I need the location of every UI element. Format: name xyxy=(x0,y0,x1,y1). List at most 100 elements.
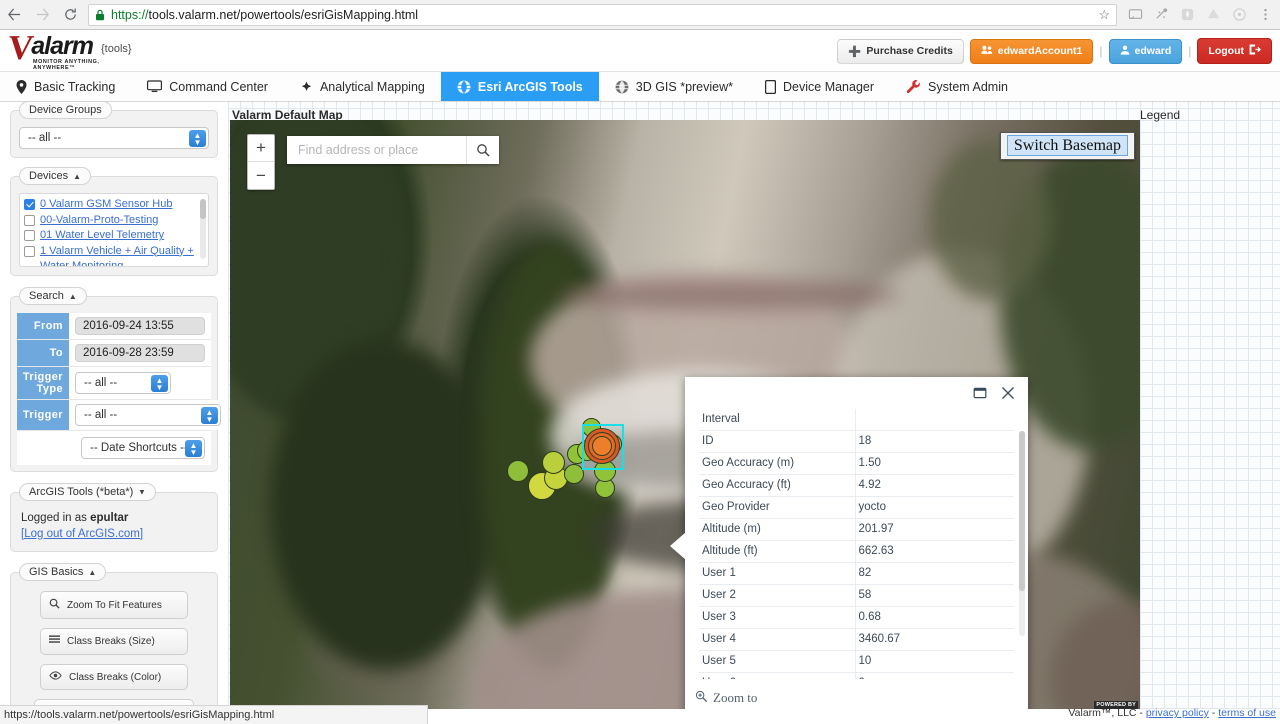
devices-legend-label: Devices xyxy=(29,170,69,182)
address-bar[interactable]: https://tools.valarm.net/powertools/esri… xyxy=(88,3,1117,26)
wrench-icon xyxy=(906,79,921,94)
status-bar: https://tools.valarm.net/powertools/esri… xyxy=(0,705,428,724)
tab-label: Basic Tracking xyxy=(34,79,116,94)
attr-key: Interval xyxy=(699,409,856,431)
extension-icon[interactable] xyxy=(1149,3,1173,27)
arcgis-tools-legend[interactable]: ArcGIS Tools (*beta*) ▲ xyxy=(19,483,157,501)
circle-icon[interactable] xyxy=(1227,3,1251,27)
drive-icon[interactable] xyxy=(1201,3,1225,27)
valarm-logo[interactable]: V alarm {tools} MONITOR ANYTHING, ANYWHE… xyxy=(6,28,132,71)
trigger-cell: -- all -- ▲ ▼ xyxy=(69,400,227,430)
tab-device-manager[interactable]: Device Manager xyxy=(749,72,890,101)
device-label[interactable]: 1 Valarm Vehicle + Air Quality + Water M… xyxy=(40,244,204,267)
device-groups-select[interactable]: -- all -- ▲ ▼ xyxy=(19,127,209,149)
trigger-type-select[interactable]: -- all -- ▲ ▼ xyxy=(75,372,171,394)
class-breaks-color-button[interactable]: Class Breaks (Color) xyxy=(40,664,188,690)
tab-esri-arcgis-tools[interactable]: Esri ArcGIS Tools xyxy=(440,72,599,101)
monitor-icon xyxy=(147,80,163,93)
zoom-in-button[interactable]: + xyxy=(248,135,274,162)
class-breaks-size-button[interactable]: Class Breaks (Size) xyxy=(40,628,188,655)
user-button[interactable]: edward xyxy=(1108,38,1183,64)
attr-key: Geo Accuracy (ft) xyxy=(699,474,856,497)
device-label[interactable]: 00-Valarm-Proto-Testing xyxy=(40,213,158,229)
pocket-icon[interactable] xyxy=(1175,3,1199,27)
panel-devices: Devices ▲ 0 Valarm GSM Sensor Hub 00-Val… xyxy=(10,167,218,276)
caret-up-icon: ▲ xyxy=(88,567,97,577)
switch-basemap-button[interactable]: Switch Basemap xyxy=(1006,135,1128,156)
forward-arrow-icon[interactable] xyxy=(28,1,56,29)
search-legend[interactable]: Search ▲ xyxy=(19,287,87,305)
attr-value: 18 xyxy=(855,430,1014,453)
to-date-input[interactable]: 2016-09-28 23:59 xyxy=(75,344,205,362)
tab-label: Device Manager xyxy=(783,79,875,94)
logout-button[interactable]: Logout xyxy=(1197,38,1272,64)
terms-of-use-link[interactable]: terms of use xyxy=(1218,707,1276,719)
back-arrow-icon[interactable] xyxy=(0,1,28,29)
from-date-input[interactable]: 2016-09-24 13:55 xyxy=(75,317,205,335)
device-checkbox[interactable] xyxy=(24,214,35,226)
list-item[interactable]: 1 Valarm Vehicle + Air Quality + Water M… xyxy=(24,244,204,267)
zoom-to-link[interactable]: Zoom to xyxy=(713,690,757,706)
arcgis-logout-link[interactable]: [Log out of ArcGIS.com] xyxy=(21,528,143,540)
attr-key: Altitude (m) xyxy=(699,518,856,541)
map-marker[interactable] xyxy=(507,460,529,482)
devices-legend[interactable]: Devices ▲ xyxy=(19,167,92,185)
search-icon[interactable] xyxy=(467,136,499,164)
popup-attributes[interactable]: Interval ID 18 Geo Accuracy (m) 1.50 Geo A… xyxy=(685,409,1028,679)
purchase-credits-label: Purchase Credits xyxy=(866,45,953,57)
popup-scrollbar[interactable] xyxy=(1019,431,1025,636)
chevron-updown-icon: ▲ ▼ xyxy=(185,440,202,457)
globe-icon xyxy=(457,80,471,94)
tab-basic-tracking[interactable]: Basic Tracking xyxy=(0,72,131,101)
zoom-out-button[interactable]: − xyxy=(248,162,274,189)
star-icon[interactable]: ☆ xyxy=(1098,7,1110,23)
map-search-input[interactable]: Find address or place xyxy=(287,136,467,164)
table-row: User 2 58 xyxy=(699,584,1014,607)
account-button[interactable]: edwardAccount1 xyxy=(969,38,1094,64)
list-item[interactable]: 0 Valarm GSM Sensor Hub xyxy=(24,197,204,213)
list-item[interactable]: 00-Valarm-Proto-Testing xyxy=(24,213,204,229)
date-shortcuts-select[interactable]: -- Date Shortcuts -- ▲ ▼ xyxy=(81,437,205,459)
maximize-icon[interactable] xyxy=(973,386,987,400)
device-list[interactable]: 0 Valarm GSM Sensor Hub 00-Valarm-Proto-… xyxy=(19,193,209,267)
map-marker[interactable] xyxy=(564,464,584,484)
table-row: Interval xyxy=(699,409,1014,431)
divider: | xyxy=(1188,44,1192,58)
map-canvas[interactable]: + − Find address or place Switch Basemap… xyxy=(230,120,1140,709)
menu-kebab-icon[interactable] xyxy=(1253,3,1277,27)
list-item[interactable]: 01 Water Level Telemetry xyxy=(24,228,204,244)
close-icon[interactable] xyxy=(1001,386,1015,400)
device-groups-legend[interactable]: Device Groups xyxy=(19,101,112,119)
tab-label: 3D GIS *preview* xyxy=(635,79,734,94)
page-body: Device Groups -- all -- ▲ ▼ Devices ▲ 0 V… xyxy=(0,101,1280,724)
device-label[interactable]: 01 Water Level Telemetry xyxy=(40,228,164,244)
device-list-scrollbar[interactable] xyxy=(200,199,206,259)
trigger-select[interactable]: -- all -- ▲ ▼ xyxy=(75,404,221,426)
purchase-credits-button[interactable]: ➕ Purchase Credits xyxy=(837,38,964,64)
map-zoom-controls: + − xyxy=(247,134,275,190)
legend-title: Legend xyxy=(1140,108,1181,122)
device-checkbox[interactable] xyxy=(24,199,35,210)
table-row: Geo Accuracy (m) 1.50 xyxy=(699,452,1014,475)
attr-value: 1.50 xyxy=(855,452,1014,475)
device-checkbox[interactable] xyxy=(24,245,35,257)
gis-basics-legend[interactable]: GIS Basics ▲ xyxy=(19,563,107,581)
search-row-trigger-type: Trigger Type -- all -- ▲ ▼ xyxy=(17,367,211,400)
reload-icon[interactable] xyxy=(56,1,84,29)
device-label[interactable]: 0 Valarm GSM Sensor Hub xyxy=(40,197,172,213)
browser-extension-icons xyxy=(1123,3,1280,27)
tab-analytical-mapping[interactable]: Analytical Mapping xyxy=(284,72,441,101)
map-search: Find address or place xyxy=(287,136,499,164)
attr-key: Geo Accuracy (m) xyxy=(699,452,856,475)
tab-system-admin[interactable]: System Admin xyxy=(890,72,1024,101)
tab-label: Esri ArcGIS Tools xyxy=(477,79,583,94)
tab-command-center[interactable]: Command Center xyxy=(131,72,284,101)
tab-3d-gis[interactable]: 3D GIS *preview* xyxy=(599,72,749,101)
device-checkbox[interactable] xyxy=(24,230,35,241)
caret-down-icon: ▲ xyxy=(138,487,147,497)
logo-v-mark: V xyxy=(6,28,36,67)
zoom-to-fit-features-button[interactable]: Zoom To Fit Features xyxy=(40,591,188,619)
cast-icon[interactable] xyxy=(1123,3,1147,27)
map-marker[interactable] xyxy=(542,451,565,474)
privacy-policy-link[interactable]: privacy policy xyxy=(1146,707,1209,719)
